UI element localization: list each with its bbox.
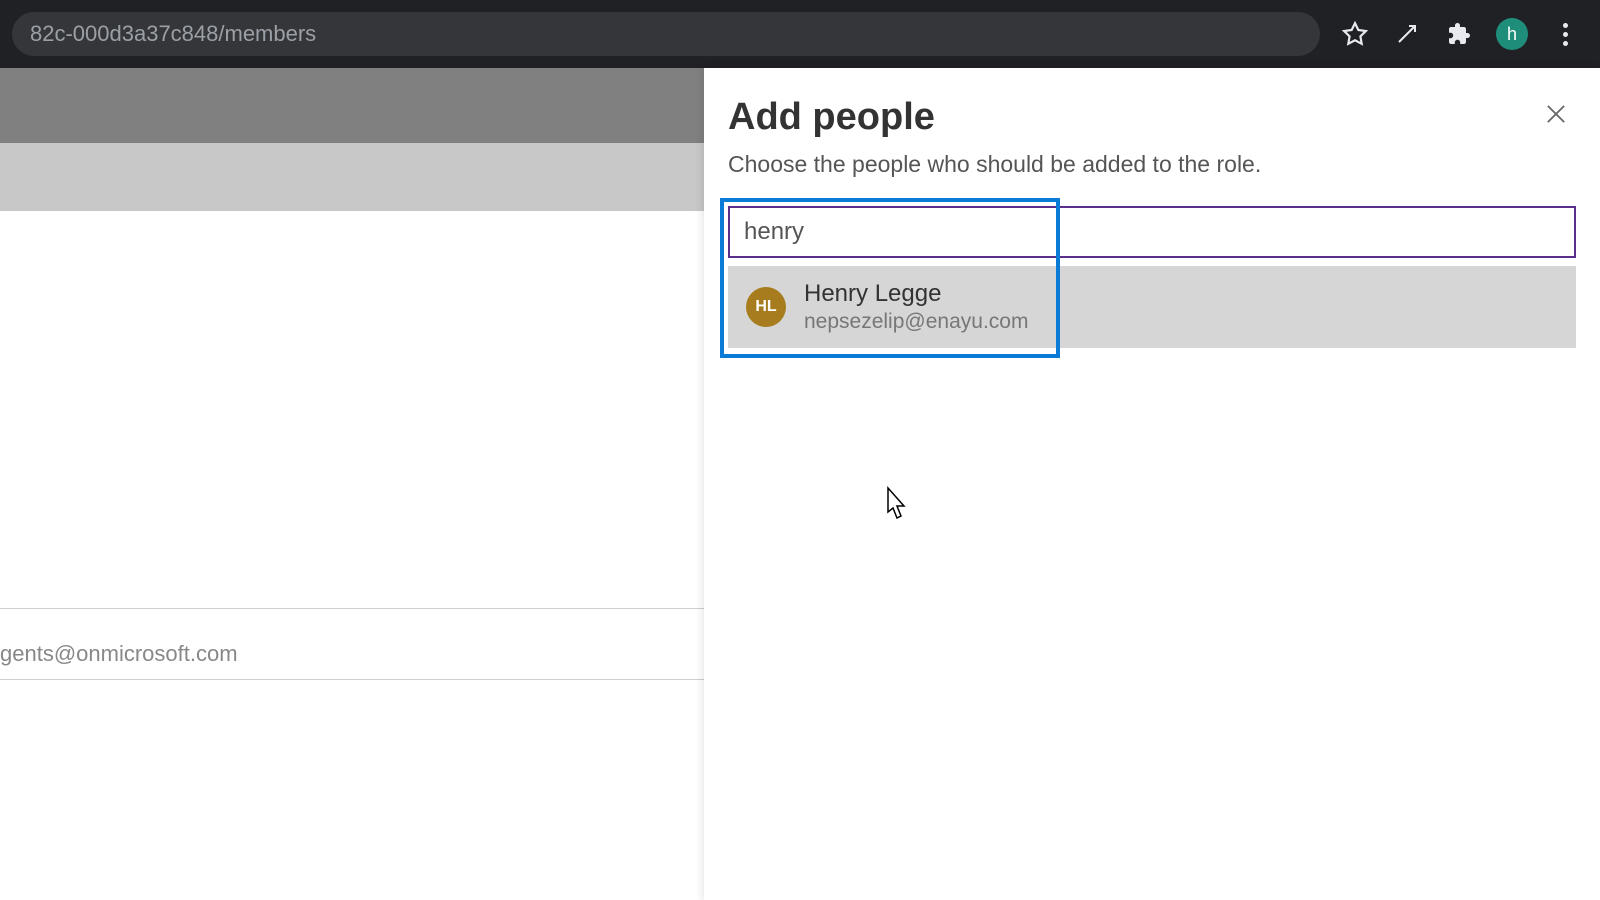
page-content: gents@onmicrosoft.com Add people Choose … [0, 68, 1600, 900]
bookmark-star-icon[interactable] [1340, 19, 1370, 49]
add-people-panel: Add people Choose the people who should … [704, 68, 1600, 900]
person-suggestion[interactable]: HL Henry Legge nepsezelip@enayu.com [728, 266, 1576, 348]
suggestion-name: Henry Legge [804, 280, 1028, 308]
search-container: HL Henry Legge nepsezelip@enayu.com [728, 206, 1576, 348]
bg-partial-email: gents@onmicrosoft.com [0, 641, 238, 667]
bg-toolbar [0, 143, 704, 211]
panel-title: Add people [728, 96, 1576, 139]
suggestion-text: Henry Legge nepsezelip@enayu.com [804, 280, 1028, 334]
address-bar[interactable]: 82c-000d3a37c848/members [12, 12, 1320, 56]
profile-avatar[interactable]: h [1496, 18, 1528, 50]
url-text: 82c-000d3a37c848/members [30, 21, 316, 47]
profile-letter: h [1507, 24, 1517, 45]
bg-main-area: gents@onmicrosoft.com [0, 211, 704, 900]
bg-divider [0, 679, 704, 680]
people-search-input[interactable] [728, 206, 1576, 258]
close-button[interactable] [1538, 96, 1574, 132]
browser-toolbar: 82c-000d3a37c848/members h [0, 0, 1600, 68]
panel-subtitle: Choose the people who should be added to… [728, 151, 1576, 178]
extensions-icon[interactable] [1444, 19, 1474, 49]
avatar: HL [746, 287, 786, 327]
suggestion-email: nepsezelip@enayu.com [804, 310, 1028, 334]
bg-header-bar [0, 68, 704, 143]
browser-actions: h [1340, 18, 1588, 50]
cursor-icon [880, 486, 908, 524]
bg-divider [0, 608, 704, 609]
dimmed-background: gents@onmicrosoft.com [0, 68, 704, 900]
avatar-initials: HL [755, 298, 776, 316]
browser-menu-icon[interactable] [1550, 19, 1580, 49]
share-icon[interactable] [1392, 19, 1422, 49]
